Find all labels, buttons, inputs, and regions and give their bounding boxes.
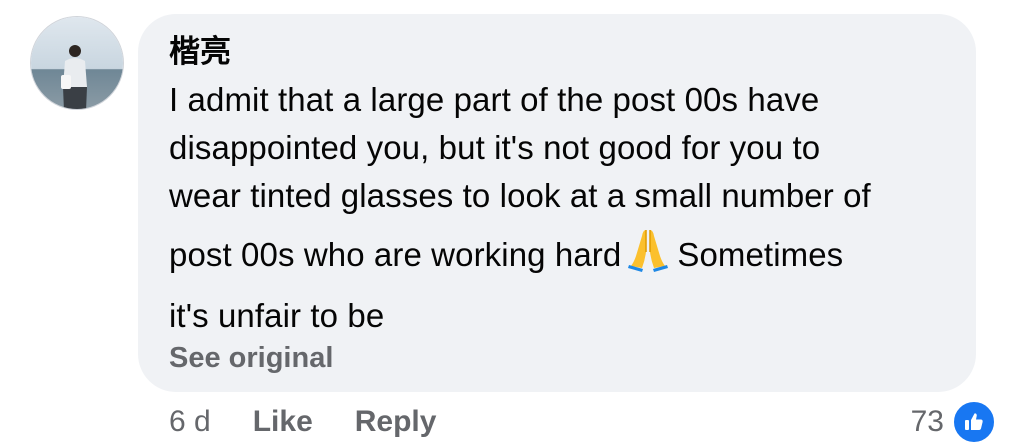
reply-button[interactable]: Reply (355, 405, 437, 439)
comment-container: 楷亮 I admit that a large part of the post… (0, 0, 1024, 446)
comment-author[interactable]: 楷亮 (169, 34, 231, 70)
comment-text-segment: post 00s who are working hard (169, 236, 622, 273)
comment-text: I admit that a large part of the post 00… (169, 76, 959, 340)
comment-actions: 6 d Like Reply (169, 402, 436, 442)
reaction-summary[interactable]: 73 (911, 400, 996, 444)
comment-text-segment: Sometimes (677, 236, 844, 273)
thumbs-up-icon (952, 400, 996, 444)
like-button[interactable]: Like (253, 405, 313, 439)
reaction-count: 73 (910, 405, 944, 438)
comment-text-line: disappointed you, but it's not good for … (169, 129, 821, 166)
see-original-link[interactable]: See original (169, 340, 333, 376)
comment-text-line-with-emoji: post 00s who are working hard Sometimes (169, 224, 959, 292)
avatar[interactable] (30, 16, 124, 110)
avatar-photo (31, 17, 123, 109)
comment-text-line: it's unfair to be (169, 297, 385, 334)
comment-timestamp[interactable]: 6 d (169, 405, 211, 439)
praying-hands-emoji-icon (625, 226, 671, 292)
comment-text-line: I admit that a large part of the post 00… (169, 81, 820, 118)
comment-text-line: wear tinted glasses to look at a small n… (169, 177, 871, 214)
